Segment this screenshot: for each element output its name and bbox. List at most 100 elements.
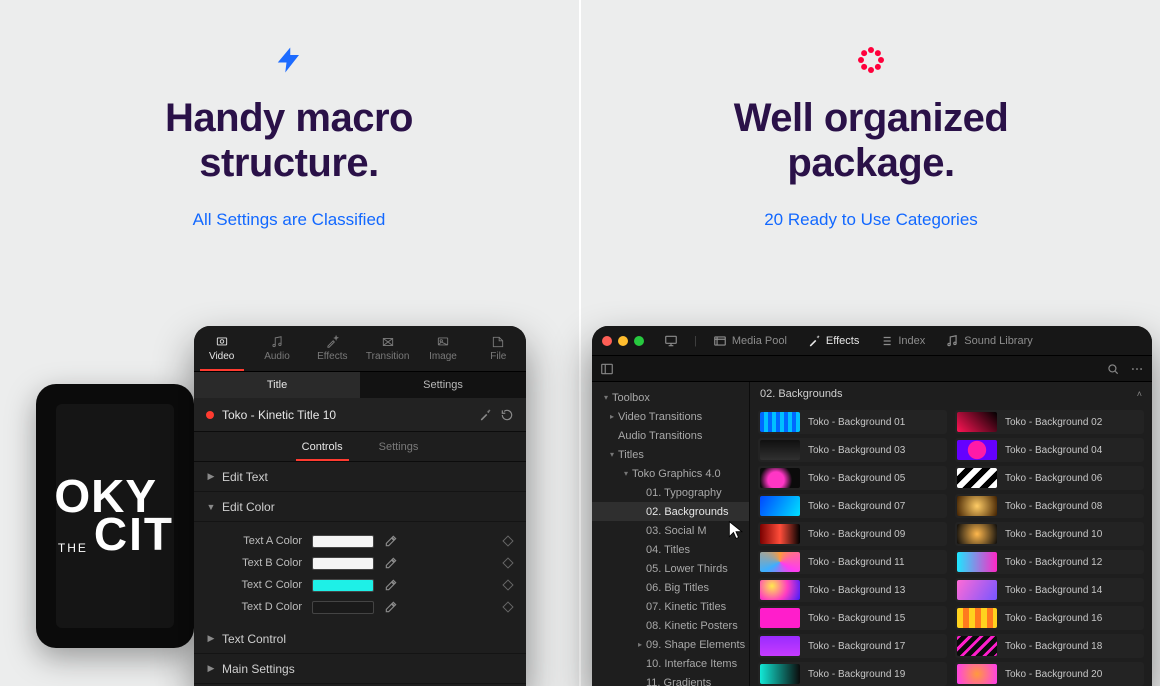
asset-item[interactable]: Toko - Background 06 [955, 466, 1144, 490]
tree-cat-4[interactable]: 05. Lower Thirds [592, 559, 749, 578]
left-subheadline: All Settings are Classified [0, 210, 578, 230]
eyedropper-icon[interactable] [384, 556, 398, 570]
tree-pack[interactable]: ▾Toko Graphics 4.0 [592, 464, 749, 483]
window-controls[interactable] [602, 336, 644, 346]
tree-cat-0[interactable]: 01. Typography [592, 483, 749, 502]
asset-item[interactable]: Toko - Background 08 [955, 494, 1144, 518]
asset-thumbnail [760, 608, 800, 628]
section-main-settings[interactable]: ▶ Main Settings [194, 654, 526, 684]
tree-cat-8[interactable]: ▸09. Shape Elements [592, 635, 749, 654]
tree-label: 11. Gradients [646, 677, 711, 686]
seg-media-pool[interactable]: Media Pool [709, 331, 791, 351]
preview-line-2: CIT [94, 516, 174, 554]
asset-item[interactable]: Toko - Background 18 [955, 634, 1144, 658]
asset-item[interactable]: Toko - Background 05 [758, 466, 947, 490]
record-dot-icon [206, 411, 214, 419]
eyedropper-icon[interactable] [384, 534, 398, 548]
tree-titles[interactable]: ▾Titles [592, 445, 749, 464]
keyframe-icon[interactable] [502, 557, 513, 568]
asset-item[interactable]: Toko - Background 19 [758, 662, 947, 686]
color-swatch[interactable] [312, 557, 374, 570]
tab-video[interactable]: Video [194, 326, 249, 371]
zoom-dot-icon[interactable] [634, 336, 644, 346]
tree-cat-2[interactable]: 03. Social M [592, 521, 749, 540]
subtab-controls[interactable]: Controls [302, 441, 343, 453]
monitor-icon[interactable] [660, 331, 682, 351]
column-divider [579, 0, 581, 686]
tree-cat-6[interactable]: 07. Kinetic Titles [592, 597, 749, 616]
asset-item[interactable]: Toko - Background 01 [758, 410, 947, 434]
asset-item[interactable]: Toko - Background 03 [758, 438, 947, 462]
tree-cat-7[interactable]: 08. Kinetic Posters [592, 616, 749, 635]
tab-effects[interactable]: Effects [305, 326, 360, 371]
asset-name: Toko - Background 05 [808, 473, 905, 484]
asset-item[interactable]: Toko - Background 20 [955, 662, 1144, 686]
tree-audio-transitions[interactable]: Audio Transitions [592, 426, 749, 445]
asset-thumbnail [957, 496, 997, 516]
section-edit-text[interactable]: ▶ Edit Text [194, 462, 526, 492]
subtab-settings[interactable]: Settings [379, 441, 419, 453]
asset-item[interactable]: Toko - Background 07 [758, 494, 947, 518]
page-tab-title[interactable]: Title [194, 372, 360, 398]
tree-toolbox[interactable]: ▾Toolbox [592, 388, 749, 407]
wand-icon[interactable] [478, 408, 492, 422]
keyframe-icon[interactable] [502, 601, 513, 612]
asset-item[interactable]: Toko - Background 04 [955, 438, 1144, 462]
asset-name: Toko - Background 06 [1005, 473, 1102, 484]
tree-cat-1[interactable]: 02. Backgrounds [592, 502, 749, 521]
minimize-dot-icon[interactable] [618, 336, 628, 346]
asset-item[interactable]: Toko - Background 12 [955, 550, 1144, 574]
tree-video-transitions[interactable]: ▸Video Transitions [592, 407, 749, 426]
asset-item[interactable]: Toko - Background 14 [955, 578, 1144, 602]
grid-header: 02. Backgrounds [760, 388, 843, 400]
tree-label: 07. Kinetic Titles [646, 601, 726, 613]
tree-label: Video Transitions [618, 411, 702, 423]
page-tab-settings[interactable]: Settings [360, 372, 526, 398]
tab-audio[interactable]: Audio [249, 326, 304, 371]
tab-transition[interactable]: Transition [360, 326, 415, 371]
asset-item[interactable]: Toko - Background 09 [758, 522, 947, 546]
tab-image[interactable]: Image [415, 326, 470, 371]
tree-cat-5[interactable]: 06. Big Titles [592, 578, 749, 597]
chevron-down-icon: ▾ [620, 469, 632, 478]
asset-item[interactable]: Toko - Background 13 [758, 578, 947, 602]
keyframe-icon[interactable] [502, 579, 513, 590]
section-edit-color[interactable]: ▼ Edit Color [194, 492, 526, 522]
eyedropper-icon[interactable] [384, 600, 398, 614]
asset-name: Toko - Background 12 [1005, 557, 1102, 568]
asset-item[interactable]: Toko - Background 15 [758, 606, 947, 630]
section-text-control[interactable]: ▶ Text Control [194, 624, 526, 654]
asset-item[interactable]: Toko - Background 02 [955, 410, 1144, 434]
asset-name: Toko - Background 10 [1005, 529, 1102, 540]
color-row: Text A Color [208, 530, 512, 552]
chevron-up-icon[interactable]: ˄ [1137, 389, 1142, 399]
keyframe-icon[interactable] [502, 535, 513, 546]
seg-effects[interactable]: Effects [803, 331, 863, 351]
reset-icon[interactable] [500, 408, 514, 422]
asset-item[interactable]: Toko - Background 17 [758, 634, 947, 658]
asset-thumbnail [760, 580, 800, 600]
tree-cat-10[interactable]: 11. Gradients [592, 673, 749, 686]
more-icon[interactable] [1130, 362, 1144, 376]
seg-sound-library[interactable]: Sound Library [941, 331, 1037, 351]
asset-item[interactable]: Toko - Background 11 [758, 550, 947, 574]
close-dot-icon[interactable] [602, 336, 612, 346]
asset-thumbnail [760, 524, 800, 544]
eyedropper-icon[interactable] [384, 578, 398, 592]
color-swatch[interactable] [312, 535, 374, 548]
tab-file[interactable]: File [471, 326, 526, 371]
color-swatch[interactable] [312, 601, 374, 614]
sidebar-toggle-icon[interactable] [600, 362, 614, 376]
asset-thumbnail [760, 552, 800, 572]
color-swatch[interactable] [312, 579, 374, 592]
asset-item[interactable]: Toko - Background 10 [955, 522, 1144, 546]
asset-item[interactable]: Toko - Background 16 [955, 606, 1144, 630]
tree-cat-3[interactable]: 04. Titles [592, 540, 749, 559]
tree-label: 08. Kinetic Posters [646, 620, 738, 632]
seg-index[interactable]: Index [875, 331, 929, 351]
chevron-right-icon: ▶ [206, 471, 216, 482]
asterisk-icon [849, 38, 893, 82]
tree-cat-9[interactable]: 10. Interface Items [592, 654, 749, 673]
chevron-right-icon: ▶ [206, 633, 216, 644]
search-icon[interactable] [1106, 362, 1120, 376]
